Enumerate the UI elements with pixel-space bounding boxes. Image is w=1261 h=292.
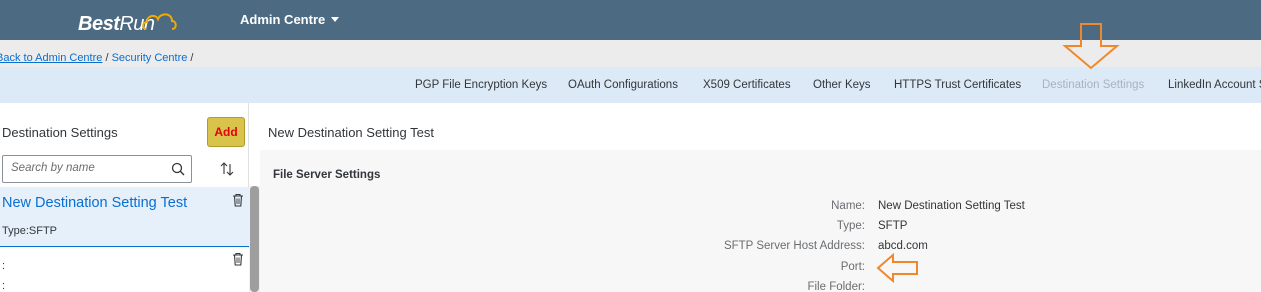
destination-list-panel: Destination Settings Add New Destination…	[0, 103, 249, 292]
field-label: Port:	[840, 261, 865, 273]
list-item-title: :	[2, 260, 6, 272]
tab-destination-settings[interactable]: Destination Settings	[1042, 79, 1144, 91]
logo-text-best: Best	[78, 13, 120, 35]
trash-icon[interactable]	[232, 193, 244, 207]
chevron-down-icon	[331, 17, 340, 23]
tab-linkedin-account-settings[interactable]: LinkedIn Account S	[1168, 79, 1261, 91]
breadcrumb-separator: /	[102, 52, 112, 64]
list-item[interactable]: : :	[0, 248, 249, 292]
tab-oauth-configurations[interactable]: OAuth Configurations	[568, 79, 678, 91]
breadcrumb: Back to Admin Centre / Security Centre /	[0, 52, 194, 64]
add-button[interactable]: Add	[207, 117, 245, 147]
field-label: File Folder:	[807, 281, 865, 292]
security-tabs: PGP File Encryption Keys OAuth Configura…	[0, 67, 1261, 103]
sort-icon[interactable]	[219, 161, 235, 177]
field-row-file-folder: File Folder:	[260, 281, 1261, 292]
security-centre-link[interactable]: Security Centre	[112, 52, 188, 64]
field-value: abcd.com	[878, 240, 928, 252]
field-value: SFTP	[878, 220, 908, 232]
detail-title: New Destination Setting Test	[268, 125, 434, 140]
field-value: New Destination Setting Test	[878, 200, 1025, 212]
tab-https-trust-certificates[interactable]: HTTPS Trust Certificates	[894, 79, 1021, 91]
field-row-type: Type: SFTP	[260, 220, 1261, 238]
tab-other-keys[interactable]: Other Keys	[813, 79, 871, 91]
search-field[interactable]	[2, 155, 192, 183]
list-item-type: Type:SFTP	[2, 225, 58, 237]
field-row-host: SFTP Server Host Address: abcd.com	[260, 240, 1261, 258]
breadcrumb-separator: /	[187, 52, 194, 64]
arrow-left-annotation-icon	[876, 253, 918, 283]
field-row-name: Name: New Destination Setting Test	[260, 200, 1261, 218]
section-title: File Server Settings	[273, 169, 381, 181]
trash-icon[interactable]	[232, 252, 244, 266]
field-row-port: Port:	[260, 261, 1261, 279]
detail-body: File Server Settings Name: New Destinati…	[260, 150, 1261, 292]
tab-pgp-file-encryption-keys[interactable]: PGP File Encryption Keys	[415, 79, 547, 91]
list-item-title: New Destination Setting Test	[2, 195, 188, 211]
admin-centre-label: Admin Centre	[240, 12, 326, 27]
detail-header: New Destination Setting Test	[260, 103, 1261, 150]
search-input[interactable]	[11, 162, 161, 174]
scrollbar-thumb[interactable]	[250, 186, 259, 292]
arrow-down-annotation-icon	[1062, 23, 1120, 70]
admin-centre-menu[interactable]: Admin Centre	[240, 12, 340, 27]
field-label: Name:	[831, 200, 865, 212]
list-item[interactable]: New Destination Setting Test Type:SFTP	[0, 187, 249, 247]
cloud-logo-icon	[142, 13, 177, 30]
tab-x509-certificates[interactable]: X509 Certificates	[703, 79, 791, 91]
back-to-admin-centre-link[interactable]: Back to Admin Centre	[0, 52, 102, 64]
list-item-type: :	[2, 280, 6, 292]
list-title: Destination Settings	[2, 125, 118, 140]
search-icon[interactable]	[171, 162, 185, 176]
field-label: Type:	[836, 220, 865, 232]
list-scrollbar[interactable]	[249, 186, 260, 292]
field-label: SFTP Server Host Address:	[723, 240, 865, 252]
